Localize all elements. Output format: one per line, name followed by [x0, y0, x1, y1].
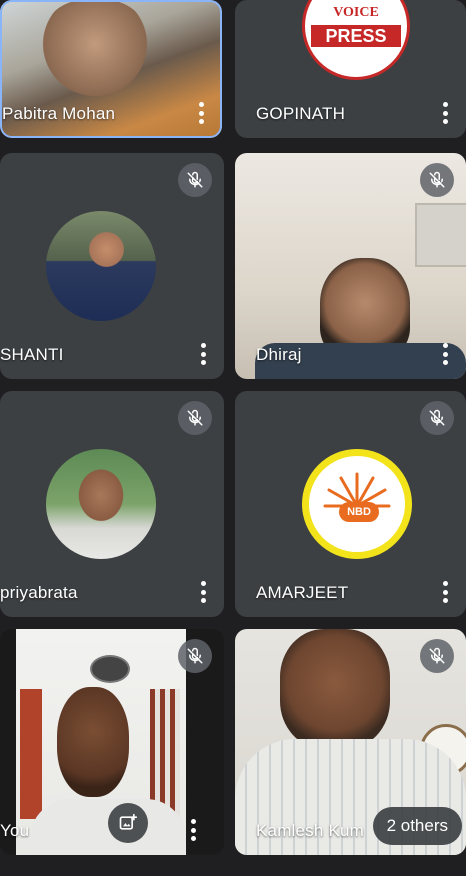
- mic-off-icon: [178, 401, 212, 435]
- participant-name: priyabrata: [0, 583, 78, 602]
- visual-effects-button[interactable]: [108, 803, 148, 843]
- participant-name: SHANTI: [0, 345, 64, 364]
- more-options-icon[interactable]: [200, 581, 206, 603]
- participant-name: GOPINATH: [256, 104, 346, 123]
- press-logo-avatar: VOICE PRESS: [302, 0, 410, 80]
- effects-icon: [119, 813, 138, 830]
- participant-tile-gopinath[interactable]: VOICE PRESS GOPINATH: [235, 0, 466, 138]
- door-frame: [20, 689, 42, 819]
- more-options-icon[interactable]: [442, 102, 448, 124]
- person-figure: [280, 629, 390, 749]
- participant-tile-priyabrata[interactable]: priyabrata: [0, 391, 224, 617]
- others-count-badge[interactable]: 2 others: [372, 807, 462, 845]
- person-figure: [57, 687, 129, 797]
- profile-avatar: [46, 449, 156, 559]
- more-options-icon[interactable]: [190, 819, 196, 841]
- participant-name: AMARJEET: [256, 583, 349, 602]
- nbd-logo-avatar: NBD: [302, 449, 412, 559]
- participant-tile-amarjeet[interactable]: NBD AMARJEET: [235, 391, 466, 617]
- logo-press-text: PRESS: [311, 25, 401, 47]
- nbd-logo-text: NBD: [347, 506, 371, 518]
- profile-avatar: [46, 211, 156, 321]
- participant-tile-pabitra[interactable]: Pabitra Mohan: [0, 0, 222, 138]
- mic-off-icon: [178, 163, 212, 197]
- participant-tile-dhiraj[interactable]: Dhiraj: [235, 153, 466, 379]
- more-options-icon[interactable]: [200, 343, 206, 365]
- mic-off-icon: [420, 163, 454, 197]
- wall-switch-box: [415, 203, 466, 267]
- participant-tile-self[interactable]: You: [0, 629, 224, 855]
- more-options-icon[interactable]: [442, 581, 448, 603]
- mic-off-icon: [420, 401, 454, 435]
- mic-off-icon: [178, 639, 212, 673]
- participant-name: Kamlesh Kum: [256, 821, 365, 840]
- participant-name: Dhiraj: [256, 345, 302, 364]
- more-options-icon[interactable]: [442, 343, 448, 365]
- wall-clock: [90, 655, 130, 683]
- logo-top-text: VOICE: [333, 5, 379, 20]
- participant-name: Pabitra Mohan: [2, 104, 116, 123]
- mic-off-icon: [420, 639, 454, 673]
- more-options-icon[interactable]: [198, 102, 204, 124]
- participant-tile-kamlesh[interactable]: Kamlesh Kum 2 others: [235, 629, 466, 855]
- participant-tile-shanti[interactable]: SHANTI: [0, 153, 224, 379]
- participant-name: You: [0, 821, 30, 840]
